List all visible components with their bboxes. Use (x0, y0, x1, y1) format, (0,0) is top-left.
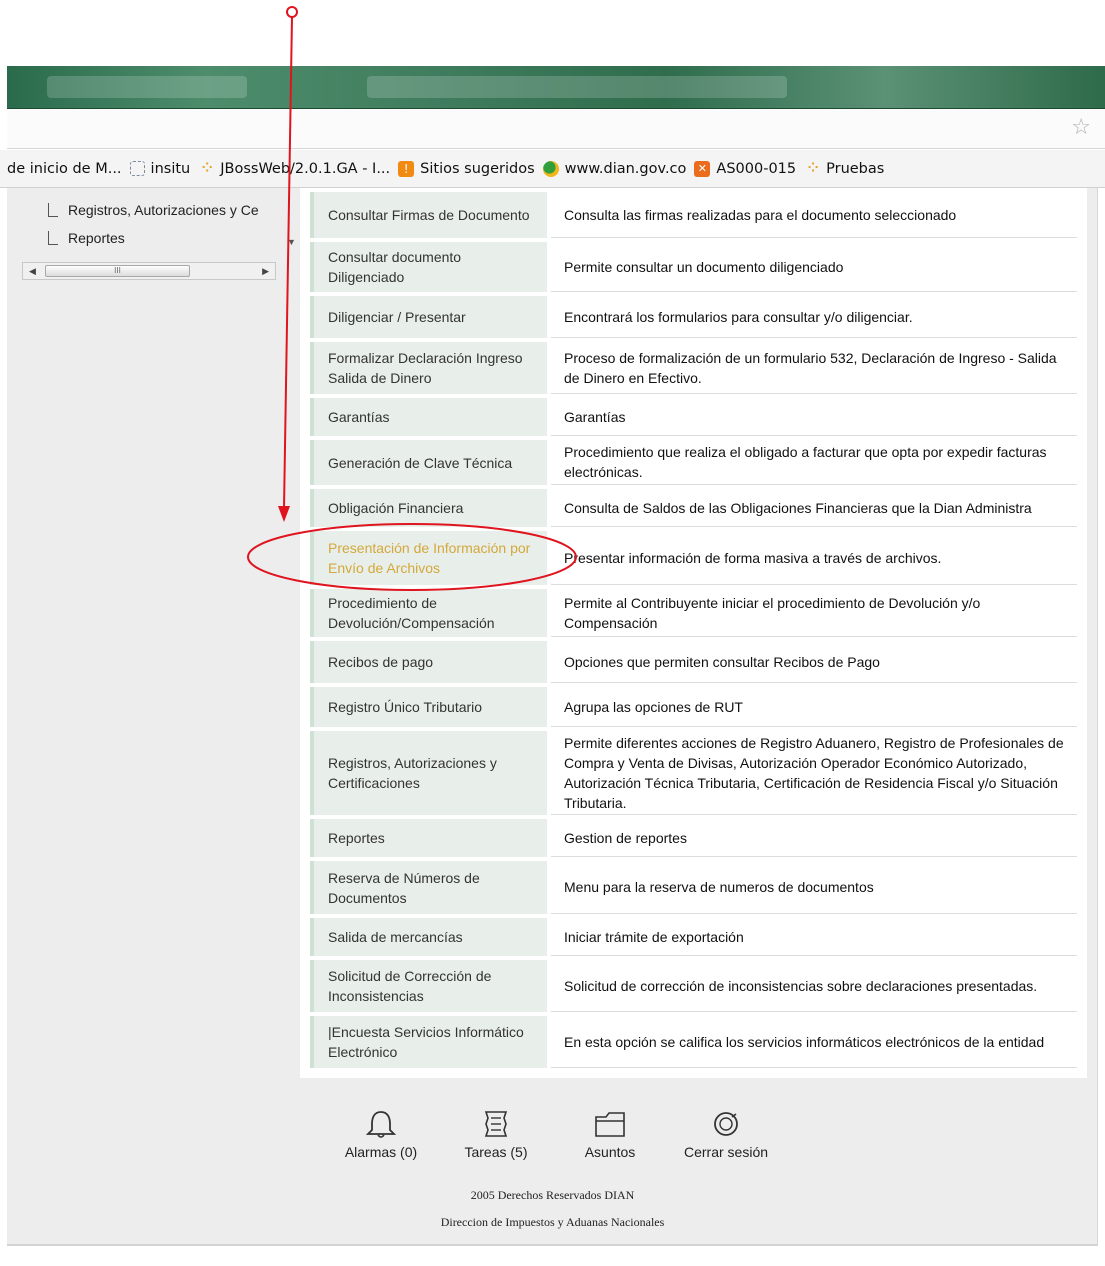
tree-item-registros[interactable]: Registros, Autorizaciones y Ce (48, 196, 288, 224)
menu-option-name[interactable]: Presentación de Información por Envío de… (310, 531, 547, 585)
arrow-origin-marker (286, 6, 298, 18)
menu-option-description: Permite consultar un documento diligenci… (551, 242, 1077, 292)
menu-option-name[interactable]: Garantías (310, 398, 547, 436)
menu-row[interactable]: Reserva de Números de Documentos Menu pa… (310, 861, 1077, 914)
address-bar[interactable]: ☆ (7, 109, 1105, 149)
menu-row[interactable]: Registro Único Tributario Agrupa las opc… (310, 687, 1077, 727)
menu-option-name[interactable]: Registro Único Tributario (310, 687, 547, 727)
menu-option-description: Consulta de Saldos de las Obligaciones F… (551, 489, 1077, 527)
menu-option-description: Agrupa las opciones de RUT (551, 687, 1077, 727)
menu-row[interactable]: |Encuesta Servicios Informático Electrón… (310, 1016, 1077, 1068)
menu-option-description: Opciones que permiten consultar Recibos … (551, 641, 1077, 683)
bookmarks-bar: de inicio de M... insitu ⁘ JBossWeb/2.0.1… (0, 150, 1105, 188)
menu-row[interactable]: Consultar Firmas de Documento Consulta l… (310, 192, 1077, 238)
menu-option-description: Encontrará los formularios para consulta… (551, 296, 1077, 338)
tree-connector-icon (48, 203, 58, 217)
folder-icon (595, 1112, 625, 1137)
copyright-text: 2005 Derechos Reservados DIAN (470, 1188, 635, 1202)
menu-row[interactable]: Consultar documento Diligenciado Permite… (310, 242, 1077, 292)
bookmark-item[interactable]: ⁘ JBossWeb/2.0.1.GA - I... (198, 161, 390, 177)
menu-row[interactable]: Diligenciar / Presentar Encontrará los f… (310, 296, 1077, 338)
dots-icon: ⁘ (807, 160, 819, 176)
menu-option-description: Presentar información de forma masiva a … (551, 531, 1077, 585)
menu-option-name[interactable]: Reserva de Números de Documentos (310, 861, 547, 914)
subjects-button[interactable]: Asuntos (568, 1108, 652, 1160)
menu-option-name[interactable]: Obligación Financiera (310, 489, 547, 527)
tree-navigation: Registros, Autorizaciones y Ce Reportes (48, 196, 288, 252)
browser-tab-active[interactable] (367, 76, 787, 98)
menu-option-description: Permite diferentes acciones de Registro … (551, 731, 1077, 815)
organization-name: Direccion de Impuestos y Aduanas Naciona… (440, 1215, 665, 1229)
bookmark-item[interactable]: ⁘ Pruebas (804, 160, 885, 177)
menu-option-name[interactable]: Diligenciar / Presentar (310, 296, 547, 338)
menu-option-description: Procedimiento que realiza el obligado a … (551, 440, 1077, 485)
logout-button[interactable]: Cerrar sesión (676, 1108, 776, 1160)
bookmark-item[interactable]: www.dian.gov.co (542, 160, 686, 177)
scrollbar-thumb[interactable]: III (45, 265, 190, 277)
menu-option-name[interactable]: Formalizar Declaración Ingreso Salida de… (310, 342, 547, 394)
tree-connector-icon (48, 231, 58, 245)
tree-item-label: Registros, Autorizaciones y Ce (68, 202, 259, 218)
menu-option-description: Gestion de reportes (551, 819, 1077, 857)
menu-row[interactable]: Procedimiento de Devolución/Compensación… (310, 589, 1077, 637)
menu-option-description: Menu para la reserva de numeros de docum… (551, 861, 1077, 914)
menu-option-description: Proceso de formalización de un formulari… (551, 342, 1077, 394)
bookmark-item[interactable]: ✕ AS000-015 (694, 160, 796, 177)
dian-logo-icon (542, 160, 559, 177)
menu-row[interactable]: Recibos de pago Opciones que permiten co… (310, 641, 1077, 683)
bookmark-star-icon[interactable]: ☆ (1071, 115, 1091, 140)
menu-option-description: Solicitud de corrección de inconsistenci… (551, 960, 1077, 1012)
tree-item-reportes[interactable]: Reportes (48, 224, 288, 252)
menu-option-description: Garantías (551, 398, 1077, 436)
bookmark-item[interactable]: ! Sitios sugeridos (398, 160, 535, 177)
menu-row[interactable]: Garantías Garantías (310, 398, 1077, 436)
menu-row[interactable]: Solicitud de Corrección de Inconsistenci… (310, 960, 1077, 1012)
menu-option-name[interactable]: Registros, Autorizaciones y Certificacio… (310, 731, 547, 815)
menu-option-name[interactable]: Solicitud de Corrección de Inconsistenci… (310, 960, 547, 1012)
menu-row[interactable]: Reportes Gestion de reportes (310, 819, 1077, 857)
menu-row[interactable]: Obligación Financiera Consulta de Saldos… (310, 489, 1077, 527)
scroll-left-arrow-icon[interactable]: ◀ (29, 266, 36, 277)
menu-option-name[interactable]: Salida de mercancías (310, 918, 547, 956)
dashed-page-icon (129, 161, 145, 176)
power-icon (714, 1112, 738, 1136)
menu-row[interactable]: Generación de Clave Técnica Procedimient… (310, 440, 1077, 485)
tasks-button[interactable]: Tareas (5) (454, 1108, 538, 1160)
bulb-icon: ! (398, 160, 415, 177)
calendar-icon: ✕ (694, 160, 711, 177)
menu-row[interactable]: Salida de mercancías Iniciar trámite de … (310, 918, 1077, 956)
dots-icon: ⁘ (201, 160, 213, 176)
menu-row-highlighted[interactable]: Presentación de Información por Envío de… (310, 531, 1077, 585)
menu-option-description: Permite al Contribuyente iniciar el proc… (551, 589, 1077, 637)
menu-option-name[interactable]: Consultar Firmas de Documento (310, 192, 547, 238)
bookmark-item[interactable]: insitu (129, 161, 190, 177)
menu-option-name[interactable]: Recibos de pago (310, 641, 547, 683)
scroll-down-arrow-icon[interactable]: ▼ (287, 237, 296, 247)
scroll-icon (484, 1111, 508, 1137)
menu-option-description: En esta opción se califica los servicios… (551, 1016, 1077, 1068)
browser-tab[interactable] (47, 76, 247, 98)
menu-row[interactable]: Formalizar Declaración Ingreso Salida de… (310, 342, 1077, 394)
menu-option-name[interactable]: Consultar documento Diligenciado (310, 242, 547, 292)
menu-option-name[interactable]: |Encuesta Servicios Informático Electrón… (310, 1016, 547, 1068)
alarms-button[interactable]: Alarmas (0) (335, 1108, 427, 1160)
menu-row[interactable]: Registros, Autorizaciones y Certificacio… (310, 731, 1077, 815)
scroll-right-arrow-icon[interactable]: ▶ (262, 266, 269, 277)
tree-item-label: Reportes (68, 230, 125, 246)
horizontal-scrollbar[interactable]: ◀ III ▶ (22, 262, 276, 280)
browser-titlebar (7, 66, 1105, 109)
menu-option-name[interactable]: Procedimiento de Devolución/Compensación (310, 589, 547, 637)
bookmark-item[interactable]: de inicio de M... (7, 161, 122, 177)
menu-option-name[interactable]: Reportes (310, 819, 547, 857)
menu-option-description: Consulta las firmas realizadas para el d… (551, 192, 1077, 238)
menu-option-description: Iniciar trámite de exportación (551, 918, 1077, 956)
bell-icon (365, 1111, 397, 1138)
menu-option-name[interactable]: Generación de Clave Técnica (310, 440, 547, 485)
